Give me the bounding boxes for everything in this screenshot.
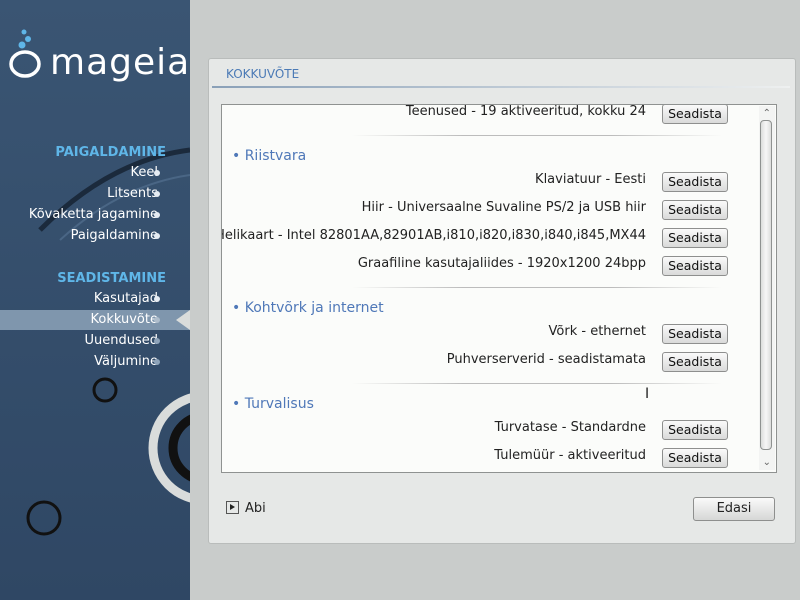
logo-text: mageia [50,42,190,83]
help-label[interactable]: Abi [245,501,266,516]
vertical-scrollbar[interactable]: ⌃ ⌄ [759,106,775,470]
next-button[interactable]: Edasi [693,497,775,521]
configure-firewall-button[interactable]: Seadista [662,448,728,468]
sidebar-bullet-icon [154,233,160,239]
sidebar-bullet-icon [154,191,160,197]
row-label-graafiline: Graafiline kasutajaliides - 1920x1200 24… [357,256,646,271]
sidebar-bullet-icon [154,212,160,218]
row-label-teenused: Teenused - 19 aktiveeritud, kokku 24 [405,104,646,119]
sidebar-bullet-icon [154,338,160,344]
configure-network-button[interactable]: Seadista [662,324,728,344]
active-pointer-icon [176,310,190,330]
configure-services-button[interactable]: Seadista [662,105,728,124]
row-label-turvatase: Turvatase - Standardne [494,420,646,435]
section-title-network: • Kohtvõrk ja internet [232,300,384,316]
header-divider [212,86,790,88]
sidebar-item-kasutajad[interactable]: Kasutajad [94,289,158,309]
help-toggle[interactable]: Abi [226,500,266,518]
section-divider [352,135,722,136]
sidebar-section-paigaldamine: PAIGALDAMINE [55,145,166,160]
configure-soundcard-button[interactable]: Seadista [662,228,728,248]
sidebar-item-paigaldamine[interactable]: Paigaldamine [71,226,158,246]
sidebar-bullet-icon [154,170,160,176]
summary-panel: Teenused - 19 aktiveeritud, kokku 24 Sea… [221,104,777,473]
text-cursor-icon: I [645,386,650,402]
configure-proxy-button[interactable]: Seadista [662,352,728,372]
section-divider [352,383,722,384]
sidebar: mageia PAIGALDAMINE Keel Litsents Kõvake… [0,0,190,600]
chevron-up-icon[interactable]: ⌃ [763,108,771,119]
sidebar-item-kovaketta-jagamine[interactable]: Kõvaketta jagamine [29,205,158,225]
section-title-riistvara: • Riistvara [232,148,307,164]
sidebar-bullet-icon [154,359,160,365]
row-label-helikaart: Helikaart - Intel 82801AA,82901AB,i810,i… [221,228,646,243]
row-label-vork: Võrk - ethernet [548,324,646,339]
row-label-tulemuur: Tulemüür - aktiveeritud [494,448,646,463]
section-divider [352,287,722,288]
row-label-hiir: Hiir - Universaalne Suvaline PS/2 ja USB… [361,200,646,215]
row-label-klaviatuur: Klaviatuur - Eesti [535,172,646,187]
sidebar-section-seadistamine: SEADISTAMINE [57,271,166,286]
configure-mouse-button[interactable]: Seadista [662,200,728,220]
configure-security-button[interactable]: Seadista [662,420,728,440]
sidebar-item-litsents[interactable]: Litsents [107,184,158,204]
section-title-security: • Turvalisus [232,396,314,412]
sidebar-item-kokkuvote[interactable]: Kokkuvõte [91,310,158,330]
scrollbar-thumb[interactable] [760,120,772,450]
triangle-right-icon[interactable] [226,501,239,514]
chevron-down-icon[interactable]: ⌄ [763,457,771,468]
sidebar-bullet-icon [154,317,160,323]
page-title: KOKKUVÕTE [226,67,300,81]
sidebar-bullet-icon [154,296,160,302]
sidebar-item-valjumine[interactable]: Väljumine [94,352,158,372]
row-label-puhverserverid: Puhverserverid - seadistamata [446,352,646,367]
configure-graphics-button[interactable]: Seadista [662,256,728,276]
configure-keyboard-button[interactable]: Seadista [662,172,728,192]
sidebar-item-uuendused[interactable]: Uuendused [84,331,158,351]
